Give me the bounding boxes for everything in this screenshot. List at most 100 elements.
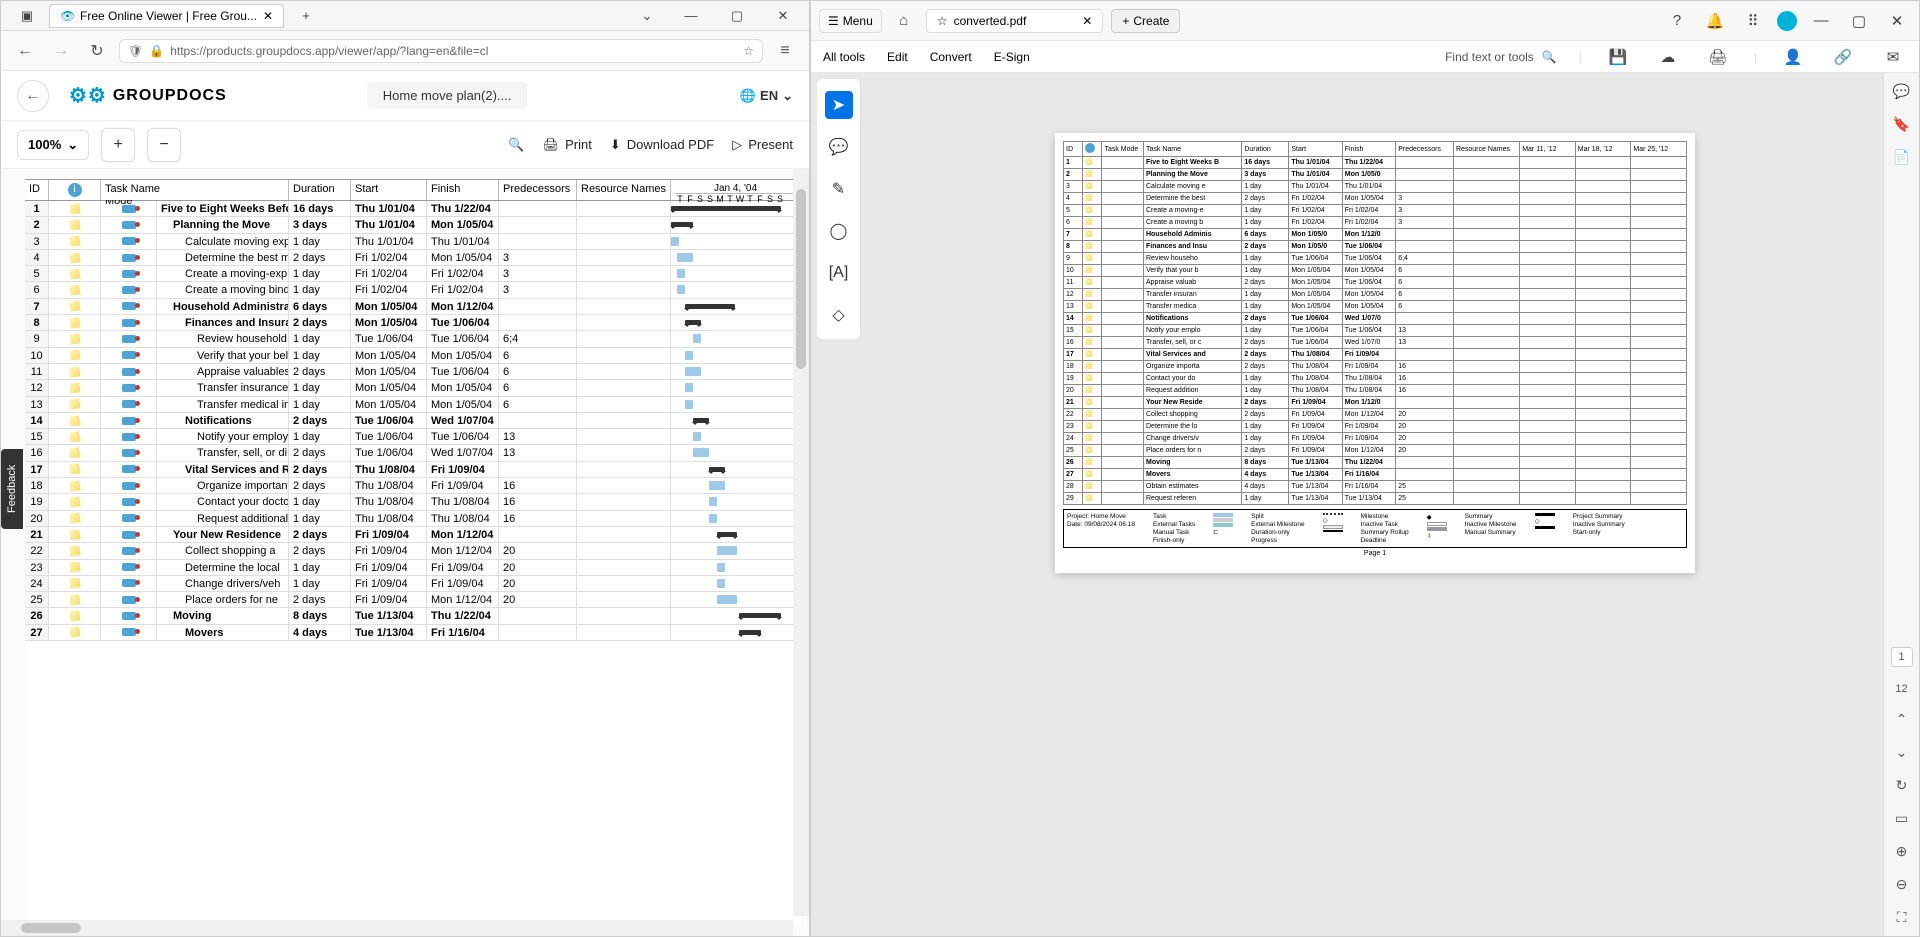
- col-dur[interactable]: Duration: [289, 180, 351, 200]
- table-row[interactable]: 9Review household f1 dayTue 1/06/04Tue 1…: [25, 331, 801, 347]
- share-button[interactable]: 👤: [1779, 43, 1807, 71]
- document-viewport[interactable]: Feedback ID i Task Mode Task Name Durati…: [1, 169, 809, 936]
- help-button[interactable]: ?: [1663, 7, 1691, 35]
- table-row[interactable]: 20Request additional1 dayThu 1/08/04Thu …: [25, 511, 801, 527]
- col-start[interactable]: Start: [351, 180, 427, 200]
- table-row[interactable]: 3Calculate moving exp1 dayThu 1/01/04Thu…: [25, 234, 801, 250]
- table-row[interactable]: 5Create a moving-exp1 dayFri 1/02/04Fri …: [25, 266, 801, 282]
- lasso-tool[interactable]: ◯: [825, 217, 853, 245]
- menu-button[interactable]: ☰Menu: [819, 9, 882, 33]
- close-window-button[interactable]: ✕: [761, 2, 805, 30]
- find-input[interactable]: Find text or tools 🔍: [1445, 50, 1557, 64]
- scroll-up-icon[interactable]: ⌃: [1896, 711, 1908, 728]
- close-tab-icon[interactable]: ✕: [263, 9, 273, 23]
- table-row[interactable]: 8Finances and Insura2 daysMon 1/05/04Tue…: [25, 315, 801, 331]
- vertical-scrollbar[interactable]: [793, 169, 809, 916]
- create-button[interactable]: +Create: [1111, 9, 1180, 33]
- pages-panel-icon[interactable]: 📄: [1893, 149, 1910, 166]
- table-row[interactable]: 16Transfer, sell, or di2 daysTue 1/06/04…: [25, 445, 801, 461]
- task-rows[interactable]: 1Five to Eight Weeks Before16 daysThu 1/…: [25, 201, 801, 641]
- scroll-down-icon[interactable]: ⌄: [1896, 744, 1908, 761]
- table-row[interactable]: 10Verify that your bel1 dayMon 1/05/04Mo…: [25, 348, 801, 364]
- minimize-button[interactable]: —: [1807, 7, 1835, 35]
- apps-button[interactable]: ⠿: [1739, 7, 1767, 35]
- table-row[interactable]: 27Movers4 daysTue 1/13/04Fri 1/16/04: [25, 625, 801, 641]
- reload-button[interactable]: ↻: [83, 37, 111, 65]
- fit-page-icon[interactable]: ▭: [1895, 810, 1908, 827]
- zoom-out-icon[interactable]: ⊖: [1896, 876, 1908, 893]
- table-row[interactable]: 4Determine the best m2 daysFri 1/02/04Mo…: [25, 250, 801, 266]
- pdf-tab[interactable]: ☆ converted.pdf ✕: [926, 9, 1104, 33]
- table-row[interactable]: 14Notifications2 daysTue 1/06/04Wed 1/07…: [25, 413, 801, 429]
- zoom-dropdown[interactable]: 100% ⌄: [17, 130, 89, 160]
- table-row[interactable]: 19Contact your doctor1 dayThu 1/08/04Thu…: [25, 494, 801, 510]
- notification-button[interactable]: 🔔: [1701, 7, 1729, 35]
- col-name[interactable]: Task Name: [101, 180, 289, 200]
- print-button[interactable]: 🖨Print: [543, 137, 592, 153]
- table-row[interactable]: 7Household Administra6 daysMon 1/05/04Mo…: [25, 299, 801, 315]
- cloud-button[interactable]: ☁: [1654, 43, 1682, 71]
- maximize-button[interactable]: ▢: [1845, 7, 1873, 35]
- zoom-out-button[interactable]: −: [147, 128, 181, 162]
- star-icon[interactable]: ☆: [743, 44, 754, 58]
- comments-panel-icon[interactable]: 💬: [1893, 83, 1910, 100]
- table-row[interactable]: 22Collect shopping a2 daysFri 1/09/04Mon…: [25, 543, 801, 559]
- table-row[interactable]: 17Vital Services and R2 daysThu 1/08/04F…: [25, 462, 801, 478]
- link-button[interactable]: 🔗: [1829, 43, 1857, 71]
- present-button[interactable]: ▷Present: [732, 137, 793, 153]
- col-id[interactable]: ID: [25, 180, 49, 200]
- search-button[interactable]: 🔍: [508, 137, 524, 153]
- table-row[interactable]: 1Five to Eight Weeks Before16 daysThu 1/…: [25, 201, 801, 217]
- horizontal-scrollbar[interactable]: [1, 920, 793, 936]
- table-row[interactable]: 25Place orders for ne2 daysFri 1/09/04Mo…: [25, 592, 801, 608]
- eraser-tool[interactable]: ◇: [825, 301, 853, 329]
- table-row[interactable]: 12Transfer insurance1 dayMon 1/05/04Mon …: [25, 380, 801, 396]
- maximize-button[interactable]: ▢: [715, 2, 759, 30]
- forward-button[interactable]: →: [47, 37, 75, 65]
- feedback-tab[interactable]: Feedback: [1, 449, 23, 529]
- table-row[interactable]: 21Your New Residence2 daysFri 1/09/04Mon…: [25, 527, 801, 543]
- bookmark-panel-icon[interactable]: 🔖: [1893, 116, 1910, 133]
- star-icon[interactable]: ☆: [937, 14, 948, 28]
- comment-tool[interactable]: 💬: [825, 133, 853, 161]
- download-button[interactable]: ⬇Download PDF: [610, 137, 714, 153]
- table-row[interactable]: 6Create a moving bind1 dayFri 1/02/04Fri…: [25, 282, 801, 298]
- close-window-button[interactable]: ✕: [1883, 7, 1911, 35]
- menu-esign[interactable]: E-Sign: [994, 50, 1030, 64]
- col-info[interactable]: i: [49, 180, 101, 200]
- browser-tab[interactable]: 👁 Free Online Viewer | Free Grou... ✕: [49, 4, 284, 28]
- page-current-input[interactable]: 1: [1891, 647, 1913, 667]
- menu-convert[interactable]: Convert: [930, 50, 972, 64]
- table-row[interactable]: 2Planning the Move3 daysThu 1/01/04Mon 1…: [25, 217, 801, 233]
- zoom-in-icon[interactable]: ⊕: [1896, 843, 1908, 860]
- pdf-canvas[interactable]: IDTask ModeTask NameDurationStartFinishP…: [867, 73, 1883, 936]
- home-button[interactable]: ⌂: [890, 7, 918, 35]
- back-button[interactable]: ←: [11, 37, 39, 65]
- mail-button[interactable]: ✉: [1879, 43, 1907, 71]
- table-row[interactable]: 13Transfer medical in1 dayMon 1/05/04Mon…: [25, 397, 801, 413]
- url-input[interactable]: 🛡 🔒 https://products.groupdocs.app/viewe…: [119, 39, 763, 63]
- overflow-menu-icon[interactable]: ≡: [771, 37, 799, 65]
- panel-toggle-icon[interactable]: ▣: [5, 2, 49, 30]
- app-back-button[interactable]: ←: [17, 80, 49, 112]
- table-row[interactable]: 11Appraise valuables2 daysMon 1/05/04Tue…: [25, 364, 801, 380]
- avatar[interactable]: [1777, 11, 1797, 31]
- minimize-button[interactable]: —: [669, 2, 713, 30]
- menu-edit[interactable]: Edit: [887, 50, 908, 64]
- print-button[interactable]: 🖨: [1704, 43, 1732, 71]
- table-row[interactable]: 18Organize important2 daysThu 1/08/04Fri…: [25, 478, 801, 494]
- table-row[interactable]: 15Notify your employ1 dayTue 1/06/04Tue …: [25, 429, 801, 445]
- save-button[interactable]: 💾: [1604, 43, 1632, 71]
- text-tool[interactable]: [A]: [825, 259, 853, 287]
- logo[interactable]: ⚙⚙ GROUPDOCS: [69, 83, 227, 108]
- table-row[interactable]: 26Moving8 daysTue 1/13/04Thu 1/22/04: [25, 608, 801, 624]
- table-row[interactable]: 23Determine the local1 dayFri 1/09/04Fri…: [25, 560, 801, 576]
- col-pred[interactable]: Predecessors: [499, 180, 577, 200]
- pointer-tool[interactable]: ➤: [825, 91, 853, 119]
- menu-all-tools[interactable]: All tools: [823, 50, 865, 64]
- close-tab-icon[interactable]: ✕: [1082, 14, 1092, 28]
- zoom-in-button[interactable]: +: [101, 128, 135, 162]
- fullscreen-icon[interactable]: ⛶: [1897, 909, 1907, 926]
- tabs-dropdown-icon[interactable]: ⌄: [625, 2, 669, 30]
- language-selector[interactable]: 🌐 EN ⌄: [740, 88, 793, 104]
